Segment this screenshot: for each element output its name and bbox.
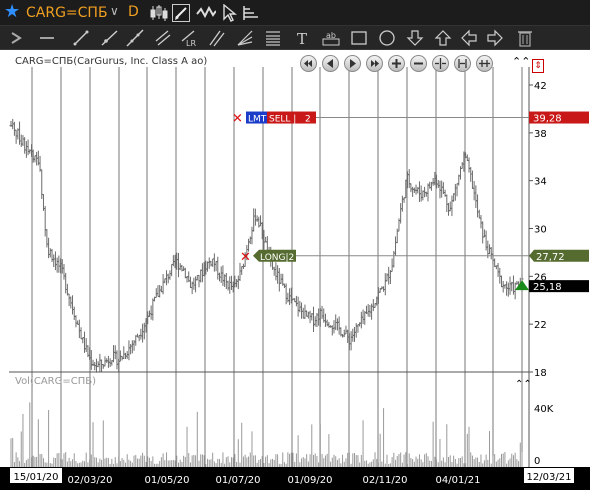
x-tick-label: 02/03/20 xyxy=(68,475,113,486)
scroll-to-start-button[interactable] xyxy=(300,55,317,72)
fibonacci-levels-tool-icon[interactable] xyxy=(264,29,282,47)
linear-regression-tool-icon[interactable]: LR xyxy=(180,29,198,48)
arrow-up-tool-icon[interactable] xyxy=(434,29,452,47)
svg-text:ab: ab xyxy=(326,31,336,40)
compress-button[interactable] xyxy=(432,55,449,72)
y-tick-label: 18 xyxy=(534,368,547,379)
period-label[interactable]: D xyxy=(128,4,139,20)
volume-bars xyxy=(10,402,523,467)
horizontal-line-tool-icon[interactable] xyxy=(38,29,56,47)
trend-line-tool-icon[interactable] xyxy=(72,29,90,47)
price-axis: 4238343026221840K0 xyxy=(529,81,554,467)
y-tick-label: 22 xyxy=(534,320,547,331)
price-chart[interactable]: 4238343026221840K0 ✕ LMT SELL | 2 39,28✕ LONG… xyxy=(0,50,590,490)
ellipse-tool-icon[interactable] xyxy=(378,29,396,47)
order-type-label: LMT xyxy=(248,115,267,125)
title-bar: ★ CARG=СПБ ∨ D xyxy=(0,0,590,26)
chart-navigation: ⌃⌃ xyxy=(300,52,530,74)
rectangle-tool-icon[interactable] xyxy=(350,29,368,47)
cursor-icon[interactable] xyxy=(220,3,238,22)
position-price-label: 27,72 xyxy=(536,252,565,263)
y-tick-label: 38 xyxy=(534,129,547,140)
parallel-channel-tool-icon[interactable] xyxy=(154,29,172,47)
y-tick-label: 42 xyxy=(534,81,547,92)
sell-price-label: 39,28 xyxy=(533,114,562,125)
x-tick-label: 01/07/20 xyxy=(216,475,261,486)
start-date-label: 15/01/20 xyxy=(14,472,59,483)
symbol-label[interactable]: CARG=СПБ xyxy=(26,5,108,21)
volume-tick-label: 40K xyxy=(534,404,554,415)
x-tick-label: 01/09/20 xyxy=(288,475,333,486)
star-icon[interactable]: ★ xyxy=(4,2,20,22)
arrow-down-tool-icon[interactable] xyxy=(406,29,424,47)
candlestick-icon[interactable] xyxy=(150,4,168,22)
arrow-tool-icon[interactable] xyxy=(8,29,26,47)
svg-text:LR: LR xyxy=(186,39,196,47)
collapse-panel-icon[interactable]: ⌃⌃ xyxy=(512,55,530,68)
volume-title: Vol(CARG=СПБ) xyxy=(15,376,96,387)
cancel-sell-order-icon[interactable]: ✕ xyxy=(232,112,243,127)
zoom-in-button[interactable] xyxy=(388,55,405,72)
arrow-left-tool-icon[interactable] xyxy=(460,29,478,47)
volume-tick-label: 0 xyxy=(534,456,540,467)
pitchfork-tool-icon[interactable] xyxy=(208,29,226,47)
close-position-icon[interactable]: ✕ xyxy=(240,250,251,265)
svg-text:T: T xyxy=(297,30,307,47)
price-scale-toggle-icon[interactable]: ⇕ xyxy=(532,59,544,73)
y-tick-label: 30 xyxy=(534,225,547,236)
trend-wave-icon[interactable] xyxy=(196,4,217,22)
x-tick-label: 01/05/20 xyxy=(145,475,190,486)
chart-area[interactable]: 42 38 34 30 26 22 18 40K 0 ✕ LMT SELL | 2 39,28 ✕ LONG… xyxy=(0,50,590,490)
arrow-right-tool-icon[interactable] xyxy=(486,29,504,47)
y-tick-label: 34 xyxy=(534,177,547,188)
zoom-out-button[interactable] xyxy=(410,55,427,72)
ray-tool-icon[interactable] xyxy=(100,29,118,47)
draw-pencil-icon[interactable] xyxy=(172,4,190,22)
order-qty-label: 2 xyxy=(305,115,311,125)
fan-lines-tool-icon[interactable] xyxy=(236,29,254,47)
scroll-to-end-button[interactable] xyxy=(366,55,383,72)
x-tick-label: 04/01/21 xyxy=(436,475,481,486)
order-side-label: SELL | xyxy=(269,115,296,125)
position-side-label: LONG|2 xyxy=(260,253,294,263)
label-tool-icon[interactable]: ab xyxy=(322,29,340,47)
trash-icon[interactable] xyxy=(516,29,534,47)
chevron-down-icon[interactable]: ∨ xyxy=(110,4,119,18)
fit-button[interactable] xyxy=(454,55,471,72)
text-tool-icon[interactable]: T xyxy=(294,29,312,48)
scroll-right-button[interactable] xyxy=(344,55,361,72)
chart-title: CARG=СПБ(CarGurus, Inc. Class A ao) xyxy=(15,56,207,67)
extended-line-tool-icon[interactable] xyxy=(126,29,144,47)
level-indicator-icon[interactable] xyxy=(242,4,260,22)
last-price-label: 25,18 xyxy=(533,282,562,293)
end-date-label: 12/03/21 xyxy=(527,472,572,483)
volume-collapse-icon[interactable]: ⌃⌃ xyxy=(515,379,532,390)
drawing-toolbar: LR T ab xyxy=(0,26,590,50)
x-tick-label: 02/11/20 xyxy=(363,475,408,486)
expand-button[interactable] xyxy=(476,55,493,72)
scroll-left-button[interactable] xyxy=(322,55,339,72)
